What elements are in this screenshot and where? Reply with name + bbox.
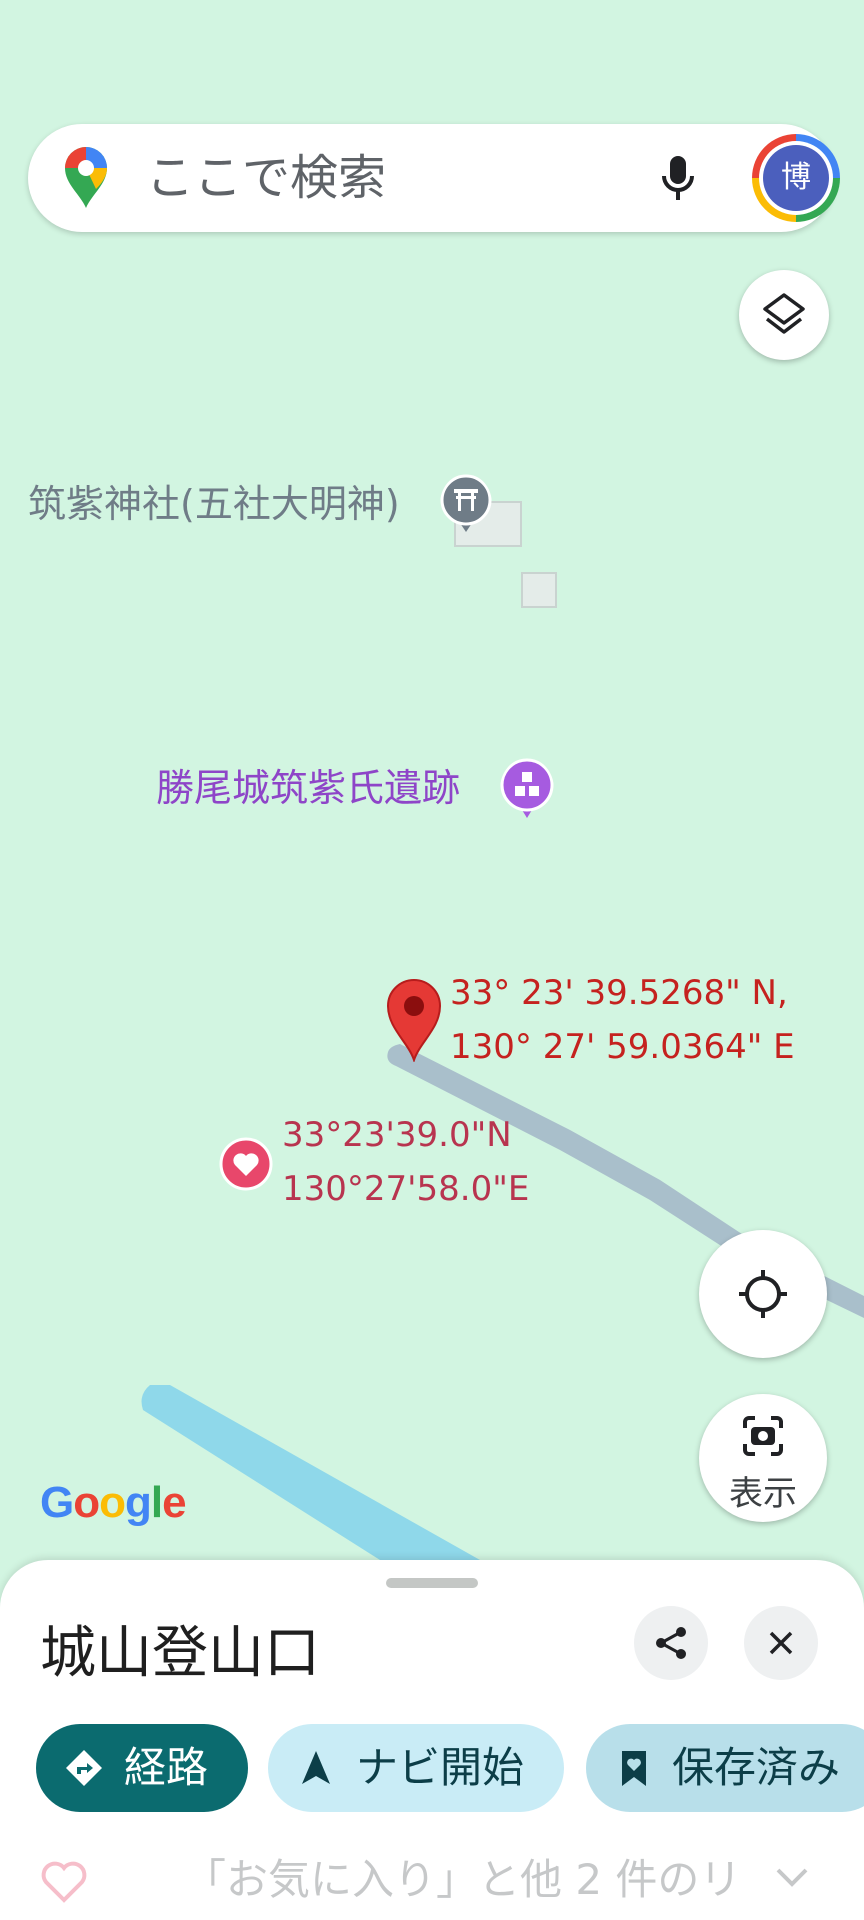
start-navigation-button[interactable]: ナビ開始 xyxy=(268,1724,564,1812)
avatar[interactable]: 博 xyxy=(752,134,840,222)
close-button[interactable] xyxy=(744,1606,818,1680)
poi-label-ruins[interactable]: 勝尾城筑紫氏遺跡 xyxy=(156,766,460,810)
saved-place-coordinates: 33°23'39.0"N 130°27'58.0"E xyxy=(282,1115,530,1209)
directions-button[interactable]: 経路 xyxy=(36,1724,248,1812)
search-input[interactable]: ここで検索 xyxy=(146,150,386,206)
saved-lists-text: 「お気に入り」と他 2 件のリ xyxy=(184,1855,742,1904)
share-button[interactable] xyxy=(634,1606,708,1680)
lens-label: 表示 xyxy=(729,1474,797,1514)
my-location-icon xyxy=(739,1270,787,1318)
avatar-initial: 博 xyxy=(763,145,829,211)
share-icon xyxy=(656,1627,686,1659)
start-navigation-label: ナビ開始 xyxy=(356,1743,525,1792)
building-footprint xyxy=(521,572,557,608)
directions-icon xyxy=(66,1750,102,1786)
place-bottom-sheet[interactable]: 城山登山口 経路 ナビ開始 保存済み 「お気に入り」と他 2 件のリ xyxy=(0,1560,864,1920)
heart-outline-icon xyxy=(41,1861,87,1903)
mic-icon[interactable] xyxy=(660,154,696,204)
lens-icon xyxy=(743,1416,783,1456)
saved-label: 保存済み xyxy=(672,1743,841,1792)
water-stream xyxy=(141,1385,480,1560)
dropped-pin-coordinates: 33° 23' 39.5268" N, 130° 27' 59.0364" E xyxy=(450,973,795,1067)
layers-button[interactable] xyxy=(739,270,829,360)
ruins-icon[interactable] xyxy=(500,758,554,820)
layers-icon xyxy=(763,293,805,334)
chevron-down-icon[interactable] xyxy=(772,1862,812,1892)
bookmark-icon xyxy=(622,1751,646,1786)
lens-button[interactable]: 表示 xyxy=(699,1394,827,1522)
red-pin-icon[interactable] xyxy=(384,976,444,1062)
directions-label: 経路 xyxy=(124,1743,209,1792)
navigation-arrow-icon xyxy=(302,1751,330,1784)
search-bar[interactable]: ここで検索 博 xyxy=(28,124,840,232)
maps-logo-icon xyxy=(65,147,107,208)
heart-icon[interactable] xyxy=(218,1136,274,1192)
my-location-button[interactable] xyxy=(699,1230,827,1358)
torii-icon[interactable] xyxy=(440,474,492,534)
close-icon xyxy=(769,1631,793,1655)
saved-button[interactable]: 保存済み xyxy=(586,1724,864,1812)
place-title: 城山登山口 xyxy=(40,1621,320,1686)
saved-lists-row[interactable]: 「お気に入り」と他 2 件のリ xyxy=(0,1852,864,1920)
google-attribution: Google xyxy=(40,1478,187,1527)
poi-label-shrine[interactable]: 筑紫神社(五社大明神) xyxy=(28,482,400,526)
drag-handle[interactable] xyxy=(386,1578,478,1588)
